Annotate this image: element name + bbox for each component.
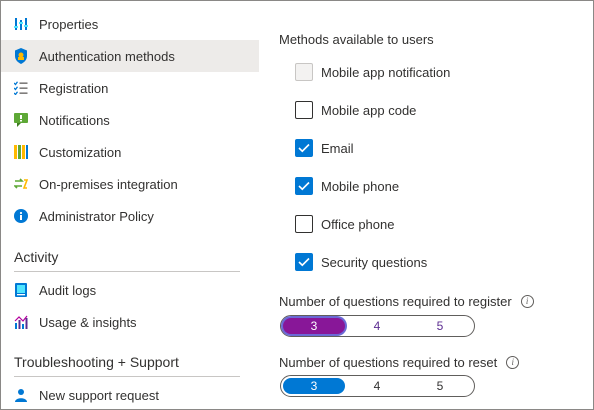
method-mobile-app-notification[interactable]: Mobile app notification [295,62,450,82]
divider [14,376,240,377]
sidebar: Properties Authentication methods Regist… [1,0,259,408]
sidebar-item-properties[interactable]: Properties [1,8,259,40]
method-office-phone[interactable]: Office phone [295,214,394,234]
checkbox[interactable] [295,215,313,233]
register-option-3[interactable]: 3 [283,318,345,334]
register-questions-selector[interactable]: 3 4 5 [280,315,475,337]
shield-icon [13,48,29,64]
sidebar-item-label: Administrator Policy [39,208,154,224]
method-label: Mobile phone [321,178,400,194]
sidebar-item-label: Authentication methods [39,48,175,64]
register-option-4[interactable]: 4 [346,318,408,334]
sidebar-item-administrator-policy[interactable]: Administrator Policy [1,200,259,232]
info-icon[interactable]: i [506,356,520,369]
reset-option-3[interactable]: 3 [283,378,345,394]
method-label: Mobile app code [321,102,417,118]
section-title-troubleshooting: Troubleshooting + Support [14,354,179,370]
section-title-activity: Activity [14,249,59,265]
method-label: Security questions [321,254,428,270]
reset-option-4[interactable]: 4 [346,378,408,394]
checkbox[interactable] [295,177,313,195]
register-questions-label: Number of questions required to register… [279,294,534,309]
person-support-icon [13,387,29,403]
register-questions-text: Number of questions required to register [279,294,512,309]
sidebar-item-label: Notifications [39,112,110,128]
sidebar-item-label: Registration [39,80,109,96]
method-label: Office phone [321,216,395,232]
sidebar-item-notifications[interactable]: Notifications [1,104,259,136]
sidebar-item-audit-logs[interactable]: Audit logs [1,274,259,306]
audit-log-icon [13,282,29,298]
sidebar-item-label: Audit logs [39,282,97,298]
checkbox[interactable] [295,139,313,157]
method-email[interactable]: Email [295,138,354,158]
checkbox [295,63,313,81]
chart-icon [13,314,29,330]
sidebar-item-usage-insights[interactable]: Usage & insights [1,306,259,338]
checkbox[interactable] [295,101,313,119]
info-icon[interactable]: i [520,295,534,308]
method-security-questions[interactable]: Security questions [295,252,427,272]
methods-heading: Methods available to users [279,32,434,47]
method-label: Mobile app notification [321,64,451,80]
customization-icon [13,144,29,160]
method-label: Email [321,140,354,156]
sidebar-item-label: Properties [39,16,99,32]
method-mobile-app-code[interactable]: Mobile app code [295,100,416,120]
reset-questions-text: Number of questions required to reset [279,355,498,370]
list-check-icon [13,80,29,96]
method-mobile-phone[interactable]: Mobile phone [295,176,399,196]
reset-questions-selector[interactable]: 3 4 5 [280,375,475,397]
reset-questions-label: Number of questions required to reset i [279,355,520,370]
main-content: Methods available to users Mobile app no… [260,0,592,408]
sidebar-item-label: Usage & insights [39,314,137,330]
reset-option-5[interactable]: 5 [409,378,471,394]
sidebar-item-customization[interactable]: Customization [1,136,259,168]
properties-icon [13,16,29,32]
sidebar-item-authentication-methods[interactable]: Authentication methods [1,40,259,72]
sidebar-item-new-support-request[interactable]: New support request [1,379,259,410]
sync-icon [13,176,29,192]
sidebar-item-label: Customization [39,144,122,160]
sidebar-item-label: On-premises integration [39,176,178,192]
divider [14,271,240,272]
sidebar-item-label: New support request [39,387,159,403]
notification-icon [13,112,29,128]
info-icon [13,208,29,224]
checkbox[interactable] [295,253,313,271]
sidebar-item-registration[interactable]: Registration [1,72,259,104]
register-option-5[interactable]: 5 [409,318,471,334]
sidebar-item-on-premises-integration[interactable]: On-premises integration [1,168,259,200]
